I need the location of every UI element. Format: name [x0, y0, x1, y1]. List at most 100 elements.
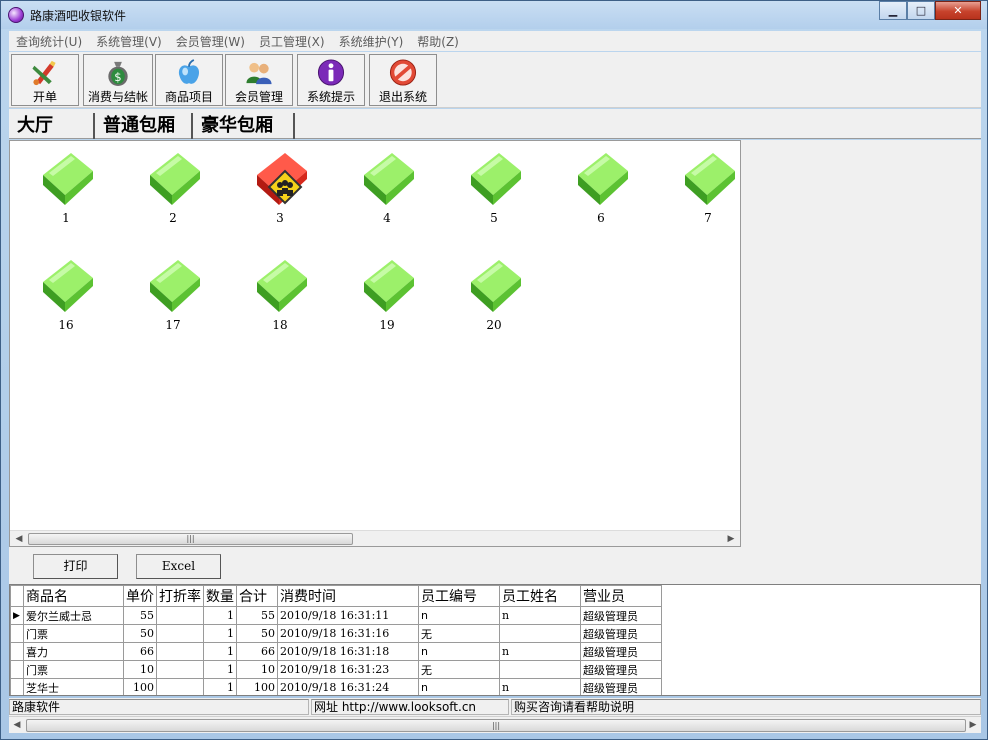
room-tile[interactable]: 20 — [462, 254, 526, 334]
table-cell: 门票 — [23, 624, 124, 643]
tab-luxury-room[interactable]: 豪华包厢 — [195, 113, 295, 139]
consume-checkout-button[interactable]: $ 消费与结帐 — [83, 54, 153, 106]
table-cell: 55 — [236, 606, 278, 625]
svg-text:$: $ — [114, 70, 121, 84]
exit-system-button[interactable]: 退出系统 — [369, 54, 437, 106]
room-tile[interactable]: 1 — [34, 147, 98, 227]
table-cell: 超级管理员 — [580, 624, 662, 643]
tab-hall[interactable]: 大厅 — [11, 113, 95, 139]
table-cell: 2010/9/18 16:31:24 — [277, 678, 419, 695]
table-cell: 超级管理员 — [580, 606, 662, 625]
table-cell: 1 — [203, 624, 237, 643]
table-cell: 无 — [418, 624, 500, 643]
table-cell: 2010/9/18 16:31:23 — [277, 660, 419, 679]
print-button[interactable]: 打印 — [33, 554, 118, 579]
table-cell — [156, 642, 204, 661]
row-indicator: ▶ — [10, 606, 24, 625]
col-header-quantity[interactable]: 数量 — [203, 585, 237, 607]
room-number: 4 — [383, 211, 391, 225]
room-number: 18 — [272, 318, 288, 332]
table-cell: 芝华士 — [23, 678, 124, 695]
products-button[interactable]: 商品项目 — [155, 54, 223, 106]
menu-query-stats[interactable]: 查询统计(U) — [9, 33, 89, 50]
table-cell: 无 — [418, 660, 500, 679]
room-number: 1 — [62, 211, 70, 225]
col-header-time[interactable]: 消费时间 — [277, 585, 419, 607]
table-cell — [156, 624, 204, 643]
scroll-thumb[interactable]: ||| — [28, 533, 353, 545]
scroll-right-arrow[interactable]: ▶ — [725, 533, 737, 545]
action-bar: 打印 Excel — [9, 547, 981, 584]
table-cell: n — [418, 678, 500, 695]
table-row[interactable]: ▶ 爱尔兰威士忌 55 1 55 2010/9/18 16:31:11 n n 超级管理员 — [10, 606, 662, 625]
window-title: 路康酒吧收银软件 — [30, 9, 127, 23]
menu-system-maintain[interactable]: 系统维护(Y) — [332, 33, 411, 50]
room-tile[interactable]: 6 — [569, 147, 633, 227]
room-panel-scrollbar[interactable]: ◀ ||| ▶ — [10, 530, 740, 546]
table-row[interactable]: 芝华士 100 1 100 2010/9/18 16:31:24 n n 超级管理员 — [10, 678, 662, 695]
room-number: 20 — [486, 318, 502, 332]
room-free-icon — [43, 153, 93, 205]
room-free-icon — [578, 153, 628, 205]
room-tile[interactable]: 3 — [248, 147, 312, 227]
menu-staff-manage[interactable]: 员工管理(X) — [252, 33, 332, 50]
room-tile[interactable]: 4 — [355, 147, 419, 227]
table-row[interactable]: 门票 10 1 10 2010/9/18 16:31:23 无超级管理员 — [10, 660, 662, 679]
room-tile[interactable]: 18 — [248, 254, 312, 334]
table-cell: 超级管理员 — [580, 678, 662, 695]
room-tile[interactable]: 2 — [141, 147, 205, 227]
menu-member-manage[interactable]: 会员管理(W) — [169, 33, 252, 50]
table-cell: 55 — [123, 606, 157, 625]
maximize-button[interactable]: □ — [907, 1, 935, 20]
bottom-scroll-right-arrow[interactable]: ▶ — [967, 720, 979, 730]
room-free-icon — [257, 260, 307, 312]
menu-bar: 查询统计(U) 系统管理(V) 会员管理(W) 员工管理(X) 系统维护(Y) … — [9, 31, 981, 51]
system-tips-label: 系统提示 — [306, 90, 355, 104]
room-number: 16 — [58, 318, 74, 332]
row-indicator-header — [10, 585, 24, 607]
col-header-product[interactable]: 商品名 — [23, 585, 124, 607]
room-free-icon — [364, 153, 414, 205]
table-cell: n — [499, 678, 581, 695]
scroll-left-arrow[interactable]: ◀ — [13, 533, 25, 545]
tab-standard-room[interactable]: 普通包厢 — [97, 113, 193, 139]
table-cell: 2010/9/18 16:31:11 — [277, 606, 419, 625]
table-cell: 超级管理员 — [580, 642, 662, 661]
table-row[interactable]: 门票 50 1 50 2010/9/18 16:31:16 无超级管理员 — [10, 624, 662, 643]
system-tips-button[interactable]: 系统提示 — [297, 54, 365, 106]
table-row[interactable]: 喜力 66 1 66 2010/9/18 16:31:18 n n 超级管理员 — [10, 642, 662, 661]
col-header-staff-name[interactable]: 员工姓名 — [499, 585, 581, 607]
excel-button[interactable]: Excel — [136, 554, 221, 579]
room-tile[interactable]: 16 — [34, 254, 98, 334]
menu-help[interactable]: 帮助(Z) — [410, 33, 466, 50]
row-indicator — [10, 624, 24, 643]
bottom-scroll-left-arrow[interactable]: ◀ — [11, 720, 23, 730]
col-header-clerk[interactable]: 营业员 — [580, 585, 662, 607]
table-cell — [156, 660, 204, 679]
open-order-button[interactable]: 开单 — [11, 54, 79, 106]
room-number: 17 — [165, 318, 181, 332]
col-header-total[interactable]: 合计 — [236, 585, 278, 607]
col-header-price[interactable]: 单价 — [123, 585, 157, 607]
title-bar: 路康酒吧收银软件 ▁ □ ✕ — [1, 1, 987, 29]
table-cell: n — [499, 642, 581, 661]
room-tile[interactable]: 19 — [355, 254, 419, 334]
table-cell: 喜力 — [23, 642, 124, 661]
room-free-icon — [471, 260, 521, 312]
close-button[interactable]: ✕ — [935, 1, 981, 20]
room-tile[interactable]: 5 — [462, 147, 526, 227]
room-tile[interactable]: 7 — [676, 147, 740, 227]
col-header-staff-id[interactable]: 员工编号 — [418, 585, 500, 607]
bottom-scroll-thumb[interactable]: ||| — [26, 719, 966, 732]
table-cell: 超级管理员 — [580, 660, 662, 679]
minimize-button[interactable]: ▁ — [879, 1, 907, 20]
room-tile[interactable]: 17 — [141, 254, 205, 334]
members-button[interactable]: 会员管理 — [225, 54, 293, 106]
table-cell: n — [418, 642, 500, 661]
bottom-scrollbar[interactable]: ◀ ||| ▶ — [9, 716, 981, 733]
table-cell: 1 — [203, 660, 237, 679]
room-free-icon — [685, 153, 735, 205]
consumption-grid: 商品名 单价 打折率 数量 合计 消费时间 员工编号 员工姓名 营业员 ▶ 爱尔兰… — [9, 584, 981, 696]
col-header-discount[interactable]: 打折率 — [156, 585, 204, 607]
menu-system-manage[interactable]: 系统管理(V) — [89, 33, 169, 50]
